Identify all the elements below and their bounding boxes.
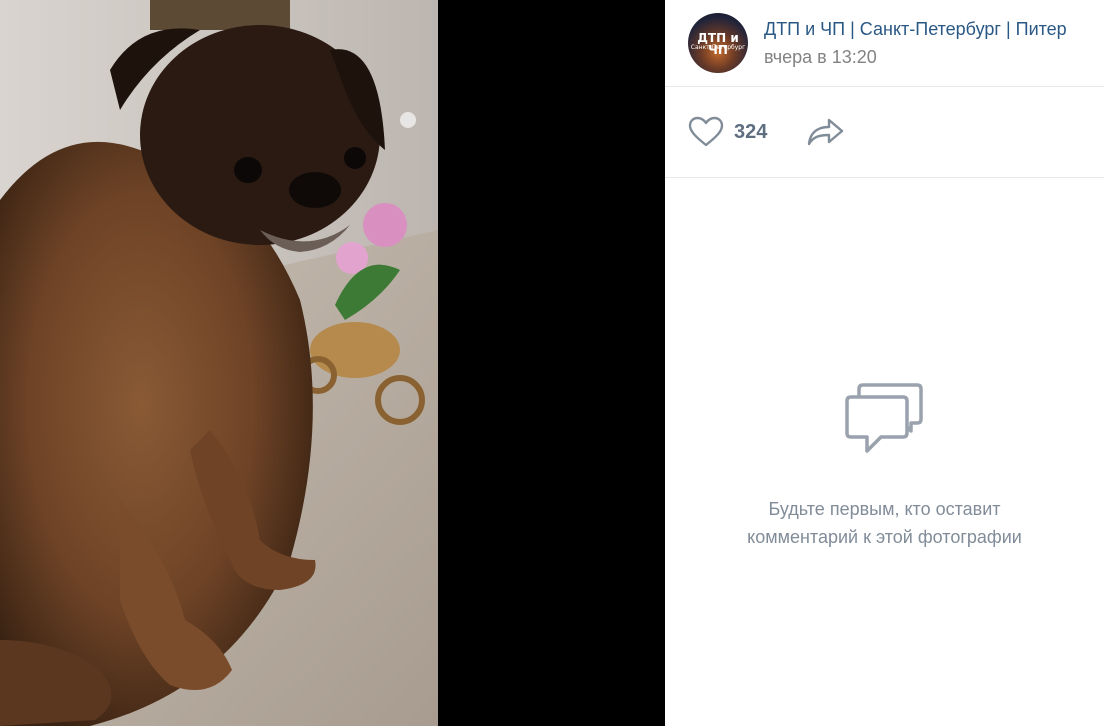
heart-icon [688, 116, 724, 147]
actions-bar: 324 [665, 87, 1104, 178]
share-button[interactable] [807, 117, 845, 147]
avatar-subtitle: Санкт-Петербург [690, 44, 746, 51]
owner-info: ДТП и ЧП | Санкт-Петербург | Питер вчера… [764, 18, 1104, 68]
photo-viewer: ДТП и ЧП Санкт-Петербург ДТП и ЧП | Санк… [0, 0, 1104, 726]
photo-image [0, 0, 438, 726]
like-button[interactable]: 324 [688, 116, 767, 148]
photo-sidebar: ДТП и ЧП Санкт-Петербург ДТП и ЧП | Санк… [665, 0, 1104, 726]
comments-bubble-icon [844, 383, 923, 453]
community-avatar[interactable]: ДТП и ЧП Санкт-Петербург [688, 13, 748, 73]
likes-count: 324 [734, 120, 768, 143]
dog-photo[interactable] [0, 0, 438, 726]
share-arrow-icon [808, 118, 844, 146]
photo-area[interactable] [0, 0, 665, 726]
community-name-link[interactable]: ДТП и ЧП | Санкт-Петербург | Питер [764, 18, 1104, 40]
empty-comments-text: Будьте первым, кто оставит комментарий к… [747, 499, 1022, 547]
post-date[interactable]: вчера в 13:20 [764, 46, 1104, 68]
post-header: ДТП и ЧП Санкт-Петербург ДТП и ЧП | Санк… [665, 0, 1104, 87]
comments-empty-state: Будьте первым, кто оставит комментарий к… [665, 178, 1104, 726]
